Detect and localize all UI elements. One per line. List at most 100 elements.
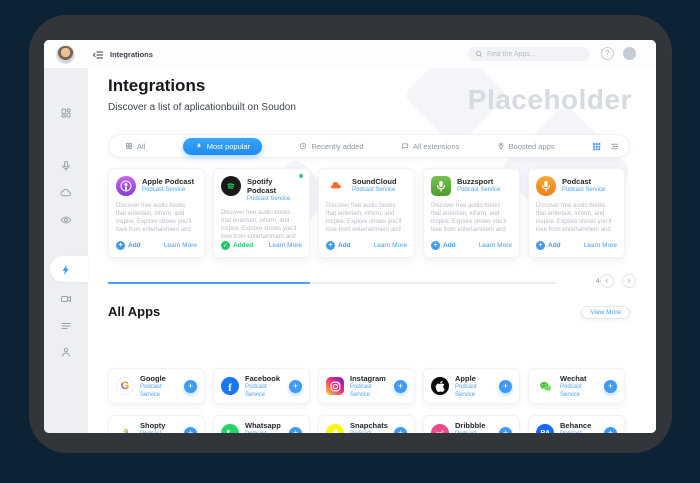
add-app-button[interactable]: + xyxy=(604,426,617,433)
chat-icon xyxy=(401,143,409,150)
user-avatar[interactable] xyxy=(56,45,75,64)
app-name: Snapchats xyxy=(350,420,388,430)
tab-recently-added[interactable]: Recently added xyxy=(299,142,364,151)
help-icon[interactable]: ? xyxy=(601,47,614,60)
filter-bar: All Most popular Recently added All exte… xyxy=(108,134,630,158)
learn-more-link[interactable]: Learn More xyxy=(479,242,512,249)
learn-more-link[interactable]: Learn More xyxy=(164,242,197,249)
facebook-logo: f xyxy=(221,377,239,395)
google-logo: G xyxy=(116,377,134,395)
card-description: Discover free audio books that entertain… xyxy=(221,210,297,240)
card-name: Podcast xyxy=(562,177,592,186)
tab-most-popular[interactable]: Most popular xyxy=(182,137,263,155)
app-name: Instagram xyxy=(350,373,386,383)
app-name: Dribbble xyxy=(455,420,486,430)
tab-boosted-apps[interactable]: Boosted apps xyxy=(497,142,555,151)
app-category: Podcast Service xyxy=(455,430,493,434)
list-view-icon[interactable] xyxy=(610,142,619,151)
tab-label: All xyxy=(137,141,146,151)
plus-icon: + xyxy=(116,241,125,250)
profile-icon[interactable] xyxy=(60,345,72,357)
app-name: Google xyxy=(140,373,166,383)
dashboard-icon[interactable] xyxy=(60,106,72,118)
app-tile-snapchats[interactable]: Snapchats Podcast Service + xyxy=(318,415,415,433)
wechat-logo xyxy=(536,377,554,395)
tab-all[interactable]: All xyxy=(125,142,145,151)
tab-all-extensions[interactable]: All extensions xyxy=(401,142,459,151)
prev-page-button[interactable]: ‹ xyxy=(600,274,614,288)
boost-icon[interactable] xyxy=(60,263,72,275)
card-category: Podcast Service xyxy=(352,187,396,193)
sidebar-collapse-icon[interactable] xyxy=(92,48,104,60)
account-icon[interactable] xyxy=(623,47,636,60)
list-icon[interactable] xyxy=(60,319,72,331)
add-app-button[interactable]: + xyxy=(184,379,197,393)
app-tile-dribbble[interactable]: Dribbble Podcast Service + xyxy=(423,415,520,433)
microphone-icon[interactable] xyxy=(60,159,72,171)
app-tile-apple[interactable]: Apple Podcast Service + xyxy=(423,368,520,404)
tab-label: All extensions xyxy=(413,141,460,151)
app-tile-google[interactable]: G Google Podcast Service + xyxy=(108,368,205,404)
main-content: Placeholder Integrations Discover a list… xyxy=(88,68,656,433)
integration-card[interactable]: Spotify Podcast Podcast Service Discover… xyxy=(213,168,310,258)
apple-podcast-logo xyxy=(116,176,136,196)
app-tile-shopty[interactable]: S Shopty Podcast Service + xyxy=(108,415,205,433)
add-button[interactable]: + Add xyxy=(431,241,456,250)
integration-card[interactable]: Podcast Podcast Service Discover free au… xyxy=(528,168,625,258)
add-app-button[interactable]: + xyxy=(604,379,617,393)
page-subtitle: Discover a list of aplicationbuilt on So… xyxy=(108,102,296,113)
plus-icon: + xyxy=(326,241,335,250)
app-category: Podcast Service xyxy=(455,383,477,398)
add-app-button[interactable]: + xyxy=(499,426,512,433)
card-category: Podcast Service xyxy=(142,187,186,193)
add-app-button[interactable]: + xyxy=(184,426,197,433)
card-description: Discover free audio books that entertain… xyxy=(116,203,192,233)
added-button[interactable]: ✓ Added xyxy=(221,241,253,250)
add-button[interactable]: + Add xyxy=(326,241,351,250)
card-description: Discover free audio books that entertain… xyxy=(431,203,507,233)
search-bar[interactable] xyxy=(468,47,590,61)
add-app-button[interactable]: + xyxy=(499,379,512,393)
learn-more-link[interactable]: Learn More xyxy=(584,242,617,249)
placeholder-watermark: Placeholder xyxy=(467,84,632,115)
cloud-icon[interactable] xyxy=(60,186,72,198)
card-category: Podcast Service xyxy=(457,187,501,193)
add-app-button[interactable]: + xyxy=(394,379,407,393)
card-description: Discover free audio books that entertain… xyxy=(536,203,612,233)
breadcrumb: Integrations xyxy=(110,50,153,59)
card-category: Podcast Service xyxy=(247,196,291,202)
shopty-logo: S xyxy=(116,424,134,433)
app-category: Podcast Service xyxy=(350,383,372,398)
video-icon[interactable] xyxy=(60,292,72,304)
app-category: Podcast Service xyxy=(245,383,267,398)
integration-card[interactable]: Buzzsport Podcast Service Discover free … xyxy=(423,168,520,258)
add-button[interactable]: + Add xyxy=(116,241,141,250)
app-tile-whatsapp[interactable]: Whatsapp Podcast Service + xyxy=(213,415,310,433)
pin-icon xyxy=(498,142,504,150)
eye-icon[interactable] xyxy=(60,213,72,225)
flame-icon xyxy=(197,142,201,148)
app-window: Integrations ? xyxy=(44,40,656,433)
integration-card[interactable]: Apple Podcast Podcast Service Discover f… xyxy=(108,168,205,258)
search-input[interactable] xyxy=(487,50,583,58)
app-name: Behance xyxy=(560,420,592,430)
view-more-button[interactable]: View More xyxy=(581,306,630,319)
app-tile-instagram[interactable]: Instagram Podcast Service + xyxy=(318,368,415,404)
app-category: Podcast Service xyxy=(140,430,178,434)
tab-label: Most popular xyxy=(206,141,251,151)
add-app-button[interactable]: + xyxy=(289,379,302,393)
app-tile-facebook[interactable]: f Facebook Podcast Service + xyxy=(213,368,310,404)
grid-view-icon[interactable] xyxy=(592,142,601,151)
learn-more-link[interactable]: Learn More xyxy=(269,242,302,249)
instagram-logo xyxy=(326,377,344,395)
app-tile-behance[interactable]: Bē Behance Podcast Service + xyxy=(528,415,625,433)
app-tile-wechat[interactable]: Wechat Podcast Service + xyxy=(528,368,625,404)
integration-card[interactable]: SoundCloud Podcast Service Discover free… xyxy=(318,168,415,258)
next-page-button[interactable]: › xyxy=(622,274,636,288)
add-button[interactable]: + Add xyxy=(536,241,561,250)
dribbble-logo xyxy=(431,424,449,433)
app-category: Podcast Service xyxy=(560,383,582,398)
add-app-button[interactable]: + xyxy=(289,426,302,433)
add-app-button[interactable]: + xyxy=(394,426,407,433)
learn-more-link[interactable]: Learn More xyxy=(374,242,407,249)
